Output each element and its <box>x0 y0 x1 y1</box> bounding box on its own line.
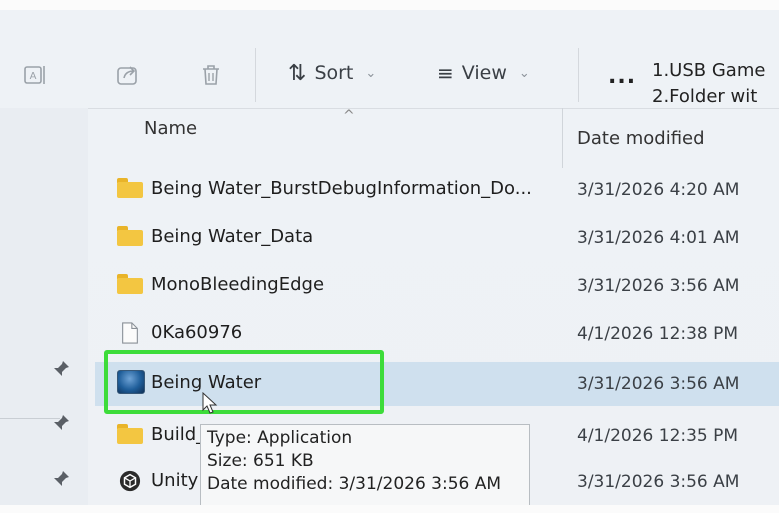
photo-border-top <box>0 0 779 10</box>
file-date: 4/1/2026 12:35 PM <box>577 426 739 446</box>
sort-icon: ⇅ <box>288 60 307 86</box>
pin-icon[interactable] <box>52 414 70 432</box>
file-date: 4/1/2026 12:38 PM <box>577 324 739 344</box>
share-icon[interactable] <box>115 62 141 88</box>
overlay-note: 1.USB Game 2.Folder wit <box>652 58 765 110</box>
tooltip-type: Type: Application <box>207 428 353 448</box>
pin-icon[interactable] <box>52 470 70 488</box>
folder-icon <box>117 274 143 296</box>
file-date: 3/31/2026 4:01 AM <box>577 228 740 248</box>
file-icon <box>122 322 138 344</box>
note-line-1: 1.USB Game <box>652 60 766 81</box>
photo-border-bottom <box>0 505 779 513</box>
chevron-down-icon: ⌄ <box>518 65 530 81</box>
folder-icon <box>117 226 143 248</box>
folder-icon <box>117 178 143 200</box>
file-name: Unity <box>151 470 199 491</box>
pin-icon[interactable] <box>52 360 70 378</box>
file-date: 3/31/2026 3:56 AM <box>577 374 740 394</box>
file-row[interactable]: Being Water_BurstDebugInformation_Do... … <box>95 168 779 212</box>
unity-icon <box>119 470 141 492</box>
view-label: View <box>461 62 507 84</box>
note-line-2: 2.Folder wit <box>652 86 758 107</box>
file-date: 3/31/2026 3:56 AM <box>577 472 740 492</box>
sort-button[interactable]: ⇅ Sort ⌄ <box>288 58 376 88</box>
toolbar-divider <box>578 48 579 102</box>
command-bar: A ⇅ Sort ⌄ ≡ View ⌄ ... 1.USB Game 2.Fol… <box>0 10 779 109</box>
folder-icon <box>117 424 143 446</box>
view-icon: ≡ <box>437 61 454 85</box>
file-info-tooltip: Type: Application Size: 651 KB Date modi… <box>200 424 530 508</box>
file-name: Being Water_Data <box>151 226 314 247</box>
annotation-highlight-box <box>104 350 384 414</box>
toolbar-divider <box>255 48 256 102</box>
chevron-down-icon: ⌄ <box>365 65 377 81</box>
delete-icon[interactable] <box>198 62 224 88</box>
nav-divider <box>0 418 60 419</box>
sort-ascending-icon: ^ <box>343 108 355 124</box>
rename-icon[interactable]: A <box>22 62 48 88</box>
navigation-pane <box>0 108 88 505</box>
file-name: Build_ <box>151 424 206 445</box>
more-options-button[interactable]: ... <box>608 64 636 89</box>
column-header-name[interactable]: Name <box>144 118 197 139</box>
svg-text:A: A <box>30 71 37 82</box>
file-name: Being Water_BurstDebugInformation_Do... <box>151 178 532 199</box>
tooltip-size: Size: 651 KB <box>207 451 314 471</box>
file-name: 0Ka60976 <box>151 322 243 343</box>
column-header-date-modified[interactable]: Date modified <box>577 128 705 149</box>
sort-label: Sort <box>314 62 354 84</box>
mouse-cursor-icon <box>202 392 218 414</box>
view-button[interactable]: ≡ View ⌄ <box>437 58 530 88</box>
file-name: MonoBleedingEdge <box>151 274 325 295</box>
file-row[interactable]: Being Water_Data 3/31/2026 4:01 AM <box>95 216 779 260</box>
file-row[interactable]: MonoBleedingEdge 3/31/2026 3:56 AM <box>95 264 779 308</box>
file-explorer-window: A ⇅ Sort ⌄ ≡ View ⌄ ... 1.USB Game 2.Fol… <box>0 0 779 513</box>
column-divider[interactable] <box>562 108 563 168</box>
tooltip-date: Date modified: 3/31/2026 3:56 AM <box>207 474 502 494</box>
file-date: 3/31/2026 3:56 AM <box>577 276 740 296</box>
file-date: 3/31/2026 4:20 AM <box>577 180 740 200</box>
